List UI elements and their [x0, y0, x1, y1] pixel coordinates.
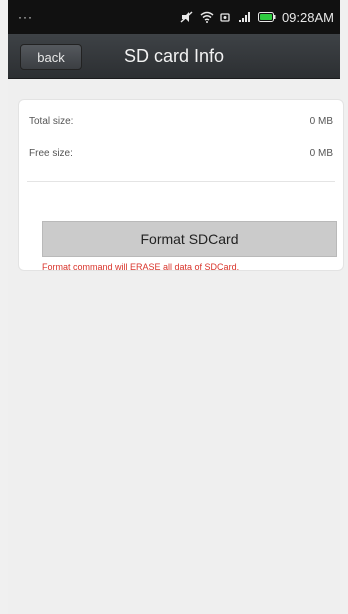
format-sdcard-button[interactable]: Format SDCard [42, 221, 337, 257]
total-size-row: Total size: 0 MB [29, 110, 333, 132]
free-size-value: 0 MB [309, 147, 333, 159]
total-size-label: Total size: [29, 115, 74, 127]
wifi-icon [200, 11, 214, 23]
signal-icon [238, 11, 252, 23]
back-button[interactable]: back [20, 44, 82, 70]
status-icons: 09:28AM [180, 10, 334, 25]
sd-info-card: Total size: 0 MB Free size: 0 MB Format … [18, 99, 344, 272]
title-bar: back SD card Info [8, 34, 340, 79]
overflow-indicator: ··· [18, 10, 33, 24]
total-size-value: 0 MB [309, 115, 333, 127]
status-bar: ··· 09:28AM [8, 0, 340, 34]
format-warning-text: Format command will ERASE all data of SD… [42, 262, 240, 272]
battery-icon [257, 11, 276, 23]
sim-icon [220, 11, 232, 23]
content-area: Total size: 0 MB Free size: 0 MB Format … [8, 79, 344, 614]
free-size-label: Free size: [29, 147, 73, 159]
mute-icon [180, 11, 194, 23]
status-time: 09:28AM [281, 9, 334, 25]
free-size-row: Free size: 0 MB [29, 142, 333, 164]
divider [27, 181, 335, 182]
